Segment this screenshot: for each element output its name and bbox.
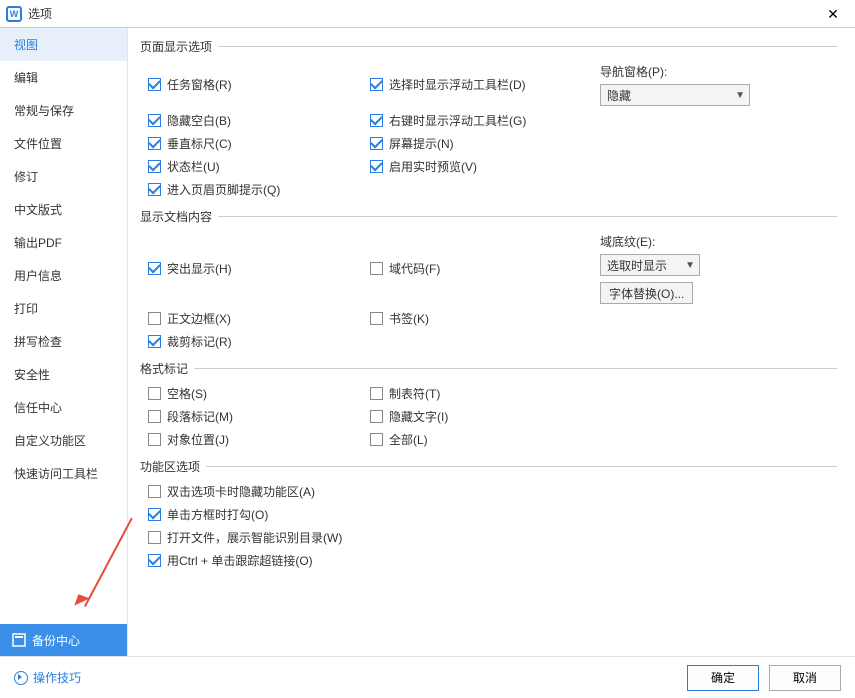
label: 垂直标尺(C) bbox=[167, 135, 232, 152]
checkbox-objpos[interactable] bbox=[148, 433, 161, 446]
label: 隐藏文字(I) bbox=[389, 408, 448, 425]
label: 进入页眉页脚提示(Q) bbox=[167, 181, 280, 198]
group-ribbon-options: 功能区选项 双击选项卡时隐藏功能区(A) 单击方框时打勾(O) 打开文件，展示智… bbox=[140, 458, 837, 569]
checkbox-smart-toc[interactable] bbox=[148, 531, 161, 544]
label: 打开文件，展示智能识别目录(W) bbox=[167, 529, 342, 546]
divider bbox=[218, 216, 837, 217]
sidebar-item-edit[interactable]: 编辑 bbox=[0, 61, 127, 94]
label: 隐藏空白(B) bbox=[167, 112, 231, 129]
checkbox-all[interactable] bbox=[370, 433, 383, 446]
sidebar-item-trustcenter[interactable]: 信任中心 bbox=[0, 391, 127, 424]
checkbox-float-select[interactable] bbox=[370, 78, 383, 91]
checkbox-float-rclick[interactable] bbox=[370, 114, 383, 127]
group-doc-content: 显示文档内容 突出显示(H) 域代码(F) 域底纹(E): 选取时显示 ▼ 字体… bbox=[140, 208, 837, 350]
label: 任务窗格(R) bbox=[167, 76, 232, 93]
font-sub-button[interactable]: 字体替换(O)... bbox=[600, 282, 693, 304]
checkbox-vruler[interactable] bbox=[148, 137, 161, 150]
checkbox-space[interactable] bbox=[148, 387, 161, 400]
label: 单击方框时打勾(O) bbox=[167, 506, 268, 523]
checkbox-highlight[interactable] bbox=[148, 262, 161, 275]
sidebar-item-customribbon[interactable]: 自定义功能区 bbox=[0, 424, 127, 457]
checkbox-fieldcode[interactable] bbox=[370, 262, 383, 275]
checkbox-tab[interactable] bbox=[370, 387, 383, 400]
checkbox-ctrl-hyperlink[interactable] bbox=[148, 554, 161, 567]
label: 屏幕提示(N) bbox=[389, 135, 454, 152]
divider bbox=[206, 466, 837, 467]
label: 对象位置(J) bbox=[167, 431, 229, 448]
sidebar-item-qat[interactable]: 快速访问工具栏 bbox=[0, 457, 127, 490]
app-icon: W bbox=[6, 6, 22, 22]
checkbox-livepreview[interactable] bbox=[370, 160, 383, 173]
checkbox-taskpane[interactable] bbox=[148, 78, 161, 91]
label: 全部(L) bbox=[389, 431, 428, 448]
sidebar-item-security[interactable]: 安全性 bbox=[0, 358, 127, 391]
label: 域代码(F) bbox=[389, 260, 440, 277]
checkbox-textborder[interactable] bbox=[148, 312, 161, 325]
ok-button[interactable]: 确定 bbox=[687, 665, 759, 691]
tips-link[interactable]: 操作技巧 bbox=[14, 669, 81, 686]
divider bbox=[218, 46, 837, 47]
label: 双击选项卡时隐藏功能区(A) bbox=[167, 483, 315, 500]
nav-pane-select[interactable]: 隐藏 ▼ bbox=[600, 84, 750, 106]
cancel-button[interactable]: 取消 bbox=[769, 665, 841, 691]
checkbox-screentip[interactable] bbox=[370, 137, 383, 150]
shading-label: 域底纹(E): bbox=[600, 233, 655, 250]
label: 右键时显示浮动工具栏(G) bbox=[389, 112, 526, 129]
checkbox-headerfooter-tip[interactable] bbox=[148, 183, 161, 196]
backup-icon bbox=[12, 633, 26, 647]
group-title: 页面显示选项 bbox=[140, 38, 212, 55]
chevron-down-icon: ▼ bbox=[735, 90, 745, 101]
group-title: 格式标记 bbox=[140, 360, 188, 377]
label: 启用实时预览(V) bbox=[389, 158, 477, 175]
footer: 操作技巧 确定 取消 bbox=[0, 656, 855, 698]
shading-select[interactable]: 选取时显示 ▼ bbox=[600, 254, 700, 276]
backup-center-button[interactable]: 备份中心 bbox=[0, 624, 127, 656]
checkbox-hiddentext[interactable] bbox=[370, 410, 383, 423]
sidebar-item-filelocation[interactable]: 文件位置 bbox=[0, 127, 127, 160]
label: 状态栏(U) bbox=[167, 158, 220, 175]
sidebar-item-revision[interactable]: 修订 bbox=[0, 160, 127, 193]
divider bbox=[194, 368, 837, 369]
checkbox-cropmark[interactable] bbox=[148, 335, 161, 348]
checkbox-hidewhite[interactable] bbox=[148, 114, 161, 127]
checkbox-statusbar[interactable] bbox=[148, 160, 161, 173]
sidebar-item-chinese[interactable]: 中文版式 bbox=[0, 193, 127, 226]
sidebar-item-view[interactable]: 视图 bbox=[0, 28, 127, 61]
label: 选择时显示浮动工具栏(D) bbox=[389, 76, 526, 93]
checkbox-bookmark[interactable] bbox=[370, 312, 383, 325]
titlebar: W 选项 ✕ bbox=[0, 0, 855, 28]
group-title: 显示文档内容 bbox=[140, 208, 212, 225]
label: 空格(S) bbox=[167, 385, 207, 402]
sidebar-item-general[interactable]: 常规与保存 bbox=[0, 94, 127, 127]
close-icon[interactable]: ✕ bbox=[819, 2, 847, 26]
window-title: 选项 bbox=[28, 5, 819, 22]
sidebar-item-pdf[interactable]: 输出PDF bbox=[0, 226, 127, 259]
play-circle-icon bbox=[14, 671, 28, 685]
backup-label: 备份中心 bbox=[32, 632, 80, 649]
checkbox-dblclick-hide[interactable] bbox=[148, 485, 161, 498]
checkbox-paragraph[interactable] bbox=[148, 410, 161, 423]
sidebar-item-print[interactable]: 打印 bbox=[0, 292, 127, 325]
label: 用Ctrl + 单击跟踪超链接(O) bbox=[167, 552, 313, 569]
group-page-display: 页面显示选项 任务窗格(R) 选择时显示浮动工具栏(D) 导航窗格(P): 隐藏… bbox=[140, 38, 837, 198]
checkbox-click-check[interactable] bbox=[148, 508, 161, 521]
select-value: 选取时显示 bbox=[607, 257, 667, 274]
tips-label: 操作技巧 bbox=[33, 669, 81, 686]
sidebar-item-userinfo[interactable]: 用户信息 bbox=[0, 259, 127, 292]
label: 突出显示(H) bbox=[167, 260, 232, 277]
label: 裁剪标记(R) bbox=[167, 333, 232, 350]
label: 制表符(T) bbox=[389, 385, 440, 402]
group-title: 功能区选项 bbox=[140, 458, 200, 475]
label: 正文边框(X) bbox=[167, 310, 231, 327]
chevron-down-icon: ▼ bbox=[685, 260, 695, 271]
content-panel: 页面显示选项 任务窗格(R) 选择时显示浮动工具栏(D) 导航窗格(P): 隐藏… bbox=[128, 28, 855, 656]
select-value: 隐藏 bbox=[607, 87, 631, 104]
label: 书签(K) bbox=[389, 310, 429, 327]
nav-pane-label: 导航窗格(P): bbox=[600, 63, 667, 80]
sidebar-item-spellcheck[interactable]: 拼写检查 bbox=[0, 325, 127, 358]
group-format-marks: 格式标记 空格(S) 制表符(T) 段落标记(M) 隐藏文字(I) 对象位置(J… bbox=[140, 360, 837, 448]
label: 段落标记(M) bbox=[167, 408, 233, 425]
